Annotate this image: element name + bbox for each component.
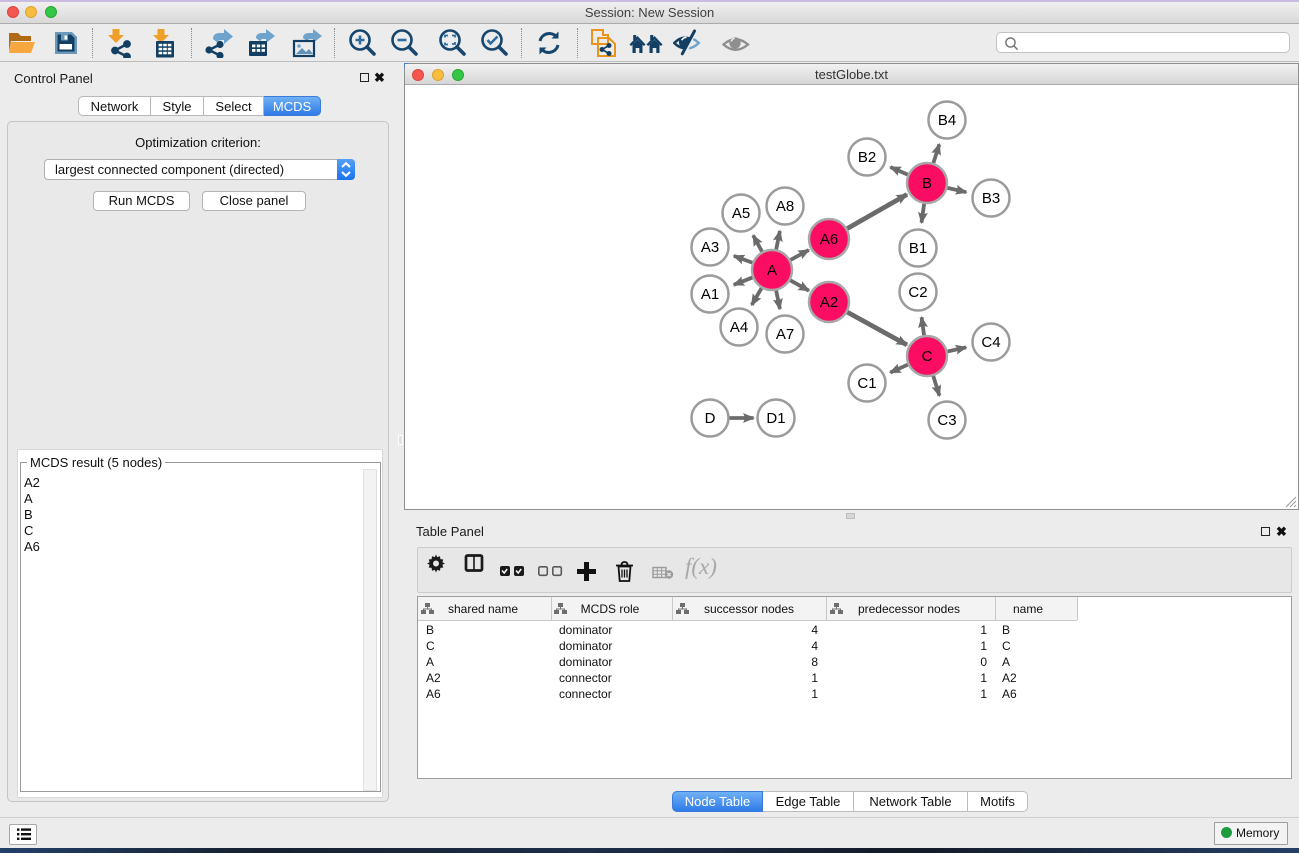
svg-text:A: A — [1002, 655, 1010, 669]
svg-text:B: B — [426, 623, 434, 637]
svg-text:C: C — [426, 639, 435, 653]
svg-text:MCDS role: MCDS role — [581, 602, 640, 616]
svg-text:D: D — [705, 410, 716, 427]
svg-text:C: C — [1002, 639, 1011, 653]
svg-text:C1: C1 — [857, 375, 876, 392]
svg-text:C3: C3 — [937, 412, 956, 429]
svg-text:connector: connector — [559, 671, 612, 685]
svg-text:A1: A1 — [701, 286, 719, 303]
svg-text:B4: B4 — [938, 112, 956, 129]
svg-text:A: A — [767, 262, 777, 279]
svg-text:A6: A6 — [1002, 687, 1017, 701]
svg-text:A: A — [426, 655, 434, 669]
svg-text:1: 1 — [811, 671, 818, 685]
svg-text:8: 8 — [811, 655, 818, 669]
svg-text:connector: connector — [559, 687, 612, 701]
svg-text:B: B — [922, 175, 932, 192]
svg-text:B2: B2 — [858, 149, 876, 166]
svg-text:A7: A7 — [776, 326, 794, 343]
svg-text:A2: A2 — [426, 671, 441, 685]
svg-text:C2: C2 — [908, 284, 927, 301]
svg-text:A8: A8 — [776, 198, 794, 215]
svg-text:1: 1 — [980, 623, 987, 637]
svg-text:dominator: dominator — [559, 639, 612, 653]
svg-text:A2: A2 — [820, 294, 838, 311]
svg-text:1: 1 — [980, 639, 987, 653]
svg-text:1: 1 — [980, 671, 987, 685]
svg-text:A4: A4 — [730, 319, 748, 336]
svg-text:4: 4 — [811, 623, 818, 637]
svg-text:successor nodes: successor nodes — [704, 602, 794, 616]
svg-text:4: 4 — [811, 639, 818, 653]
svg-text:shared name: shared name — [448, 602, 518, 616]
svg-text:dominator: dominator — [559, 655, 612, 669]
svg-text:predecessor nodes: predecessor nodes — [858, 602, 960, 616]
svg-text:A3: A3 — [701, 239, 719, 256]
svg-text:A2: A2 — [1002, 671, 1017, 685]
svg-text:A6: A6 — [820, 231, 838, 248]
svg-text:B1: B1 — [909, 240, 927, 257]
svg-text:name: name — [1013, 602, 1043, 616]
svg-text:D1: D1 — [766, 410, 785, 427]
svg-text:B3: B3 — [982, 190, 1000, 207]
svg-text:0: 0 — [980, 655, 987, 669]
svg-text:dominator: dominator — [559, 623, 612, 637]
svg-text:B: B — [1002, 623, 1010, 637]
svg-text:C: C — [922, 348, 933, 365]
svg-text:1: 1 — [980, 687, 987, 701]
svg-text:1: 1 — [811, 687, 818, 701]
svg-text:A5: A5 — [732, 205, 750, 222]
svg-text:C4: C4 — [981, 334, 1000, 351]
svg-text:A6: A6 — [426, 687, 441, 701]
